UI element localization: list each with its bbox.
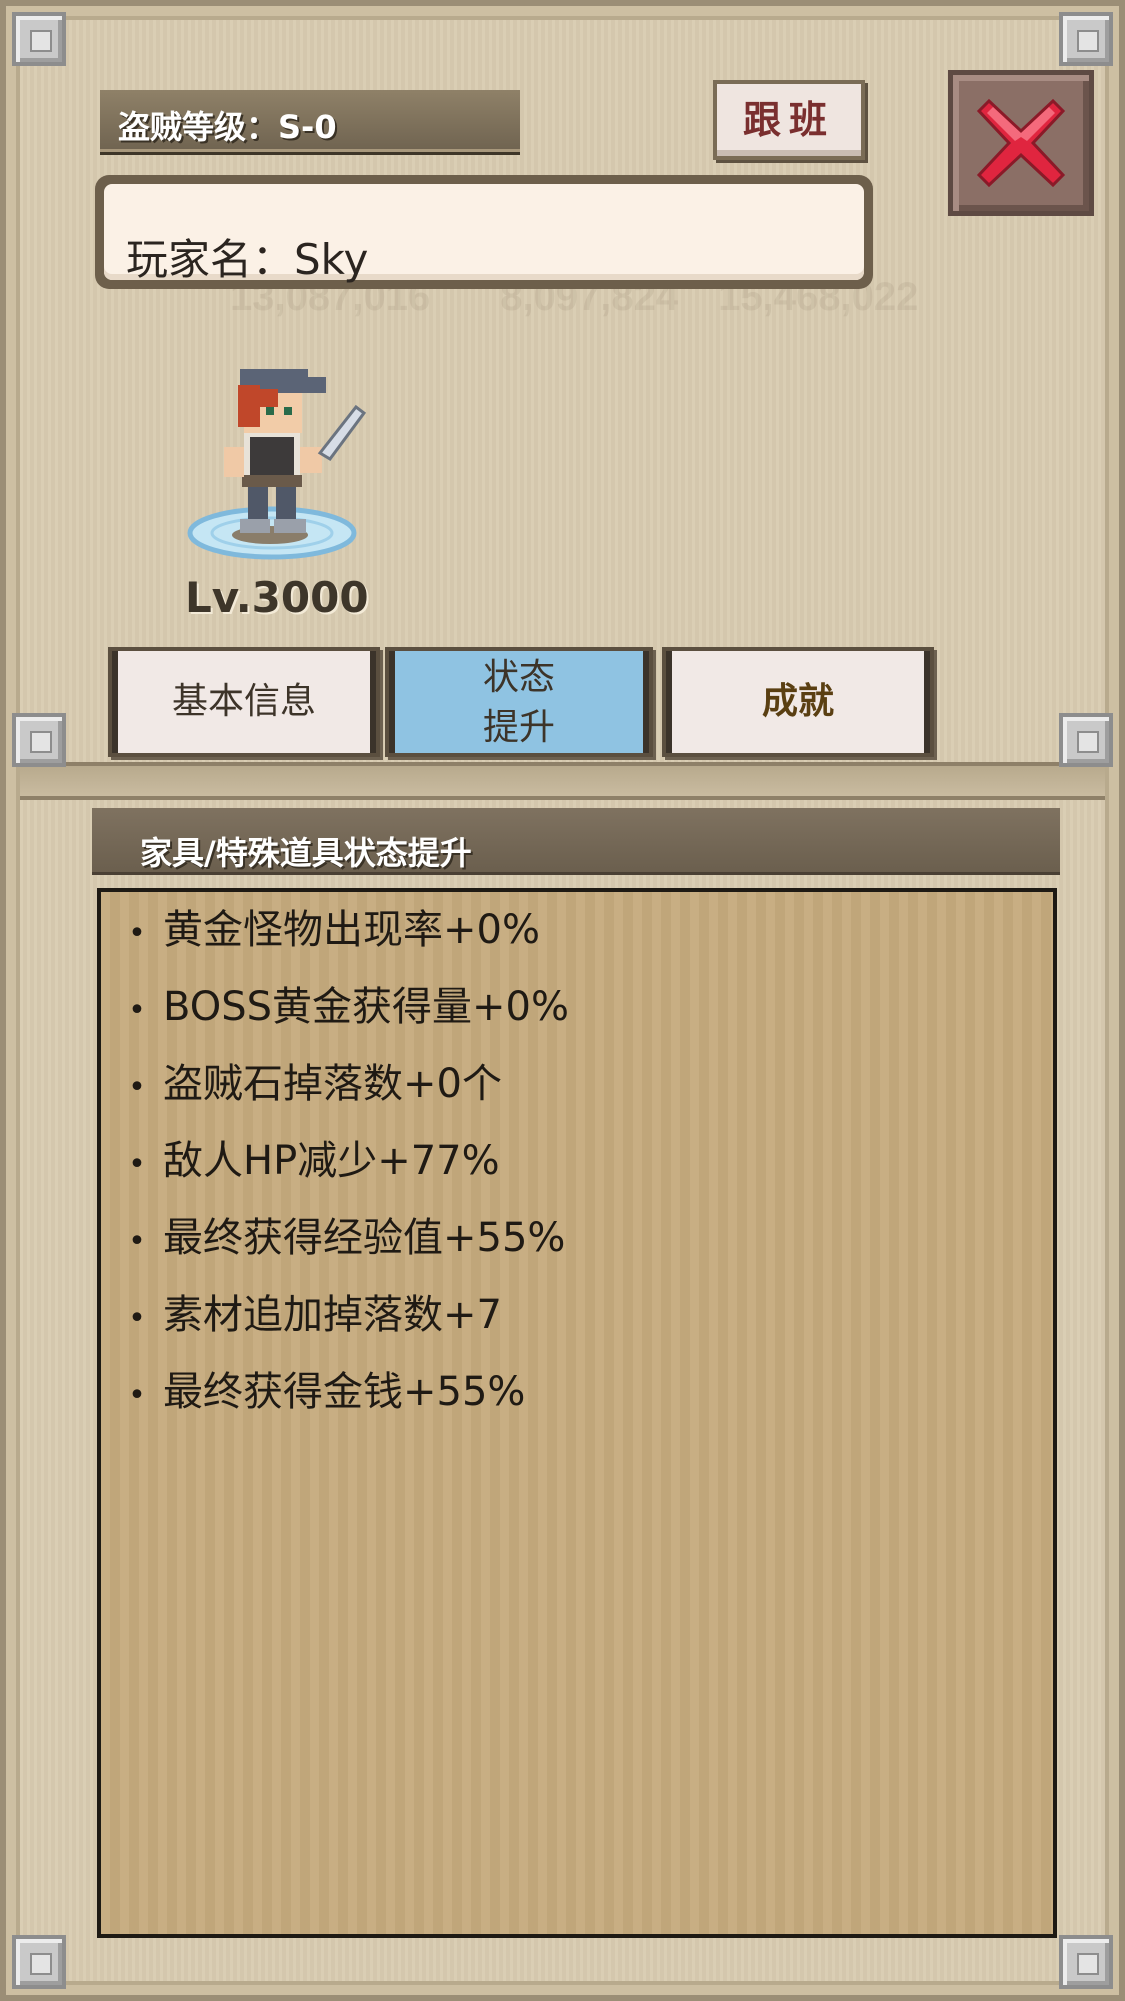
list-item: • 最终获得金钱+55% — [123, 1360, 569, 1437]
close-x-icon — [976, 98, 1066, 188]
bullet-icon: • — [128, 1070, 146, 1105]
list-item: • 黄金怪物出现率+0% — [123, 898, 569, 975]
list-item: • 盗贼石掉落数+0个 — [123, 1052, 569, 1129]
section-title: 家具/特殊道具状态提升 — [140, 834, 472, 872]
corner-rivet — [1059, 12, 1113, 66]
thief-rank-label: 盗贼等级：S-0 — [118, 108, 337, 146]
section-divider — [20, 762, 1105, 800]
bullet-icon: • — [128, 993, 146, 1028]
follower-button-label: 跟班 — [742, 98, 835, 142]
player-name-field: 玩家名：Sky — [104, 184, 864, 284]
close-button[interactable] — [948, 70, 1094, 216]
list-item: • 最终获得经验值+55% — [123, 1206, 569, 1283]
corner-rivet — [12, 12, 66, 66]
stat-bonus-panel: • 黄金怪物出现率+0% • BOSS黄金获得量+0% • 盗贼石掉落数+0个 • 敌人… — [97, 888, 1057, 1938]
bullet-icon: • — [128, 1378, 146, 1413]
list-item: • 素材追加掉落数+7 — [123, 1283, 569, 1360]
corner-rivet — [12, 1935, 66, 1989]
bullet-icon: • — [128, 1147, 146, 1182]
thief-rank-bar: 盗贼等级：S-0 — [100, 90, 520, 155]
list-item: • BOSS黄金获得量+0% — [123, 975, 569, 1052]
window-panel: 13,087,016 8,097,824 15,468,022 盗贼等级：S-0 跟… — [16, 16, 1109, 1985]
tab-basic-info[interactable]: 基本信息 — [108, 647, 380, 757]
tab-achievements[interactable]: 成就 — [662, 647, 934, 757]
tab-status-upgrade-label-line2: 提升 — [482, 707, 555, 748]
corner-rivet — [1059, 1935, 1113, 1989]
tab-achievements-label: 成就 — [761, 681, 834, 722]
follower-button[interactable]: 跟班 — [713, 80, 865, 160]
thief-character-sprite — [187, 369, 367, 560]
bullet-icon: • — [128, 1301, 146, 1336]
stat-bonus-list: • 黄金怪物出现率+0% • BOSS黄金获得量+0% • 盗贼石掉落数+0个 • 敌人… — [123, 898, 569, 1437]
section-header: 家具/特殊道具状态提升 — [92, 808, 1060, 875]
player-name-box: 玩家名：Sky — [95, 175, 873, 289]
corner-rivet — [12, 713, 66, 767]
list-item: • 敌人HP减少+77% — [123, 1129, 569, 1206]
tab-status-upgrade-label-line1: 状态 — [482, 657, 555, 698]
bullet-icon: • — [128, 916, 146, 951]
bullet-icon: • — [128, 1224, 146, 1259]
player-level: Lv.3000 — [185, 573, 369, 622]
corner-rivet — [1059, 713, 1113, 767]
tab-basic-info-label: 基本信息 — [171, 681, 316, 722]
player-name-label: 玩家名：Sky — [126, 235, 369, 284]
tab-status-upgrade[interactable]: 状态 提升 — [385, 647, 653, 757]
window-frame: 13,087,016 8,097,824 15,468,022 盗贼等级：S-0 跟… — [0, 0, 1125, 2001]
